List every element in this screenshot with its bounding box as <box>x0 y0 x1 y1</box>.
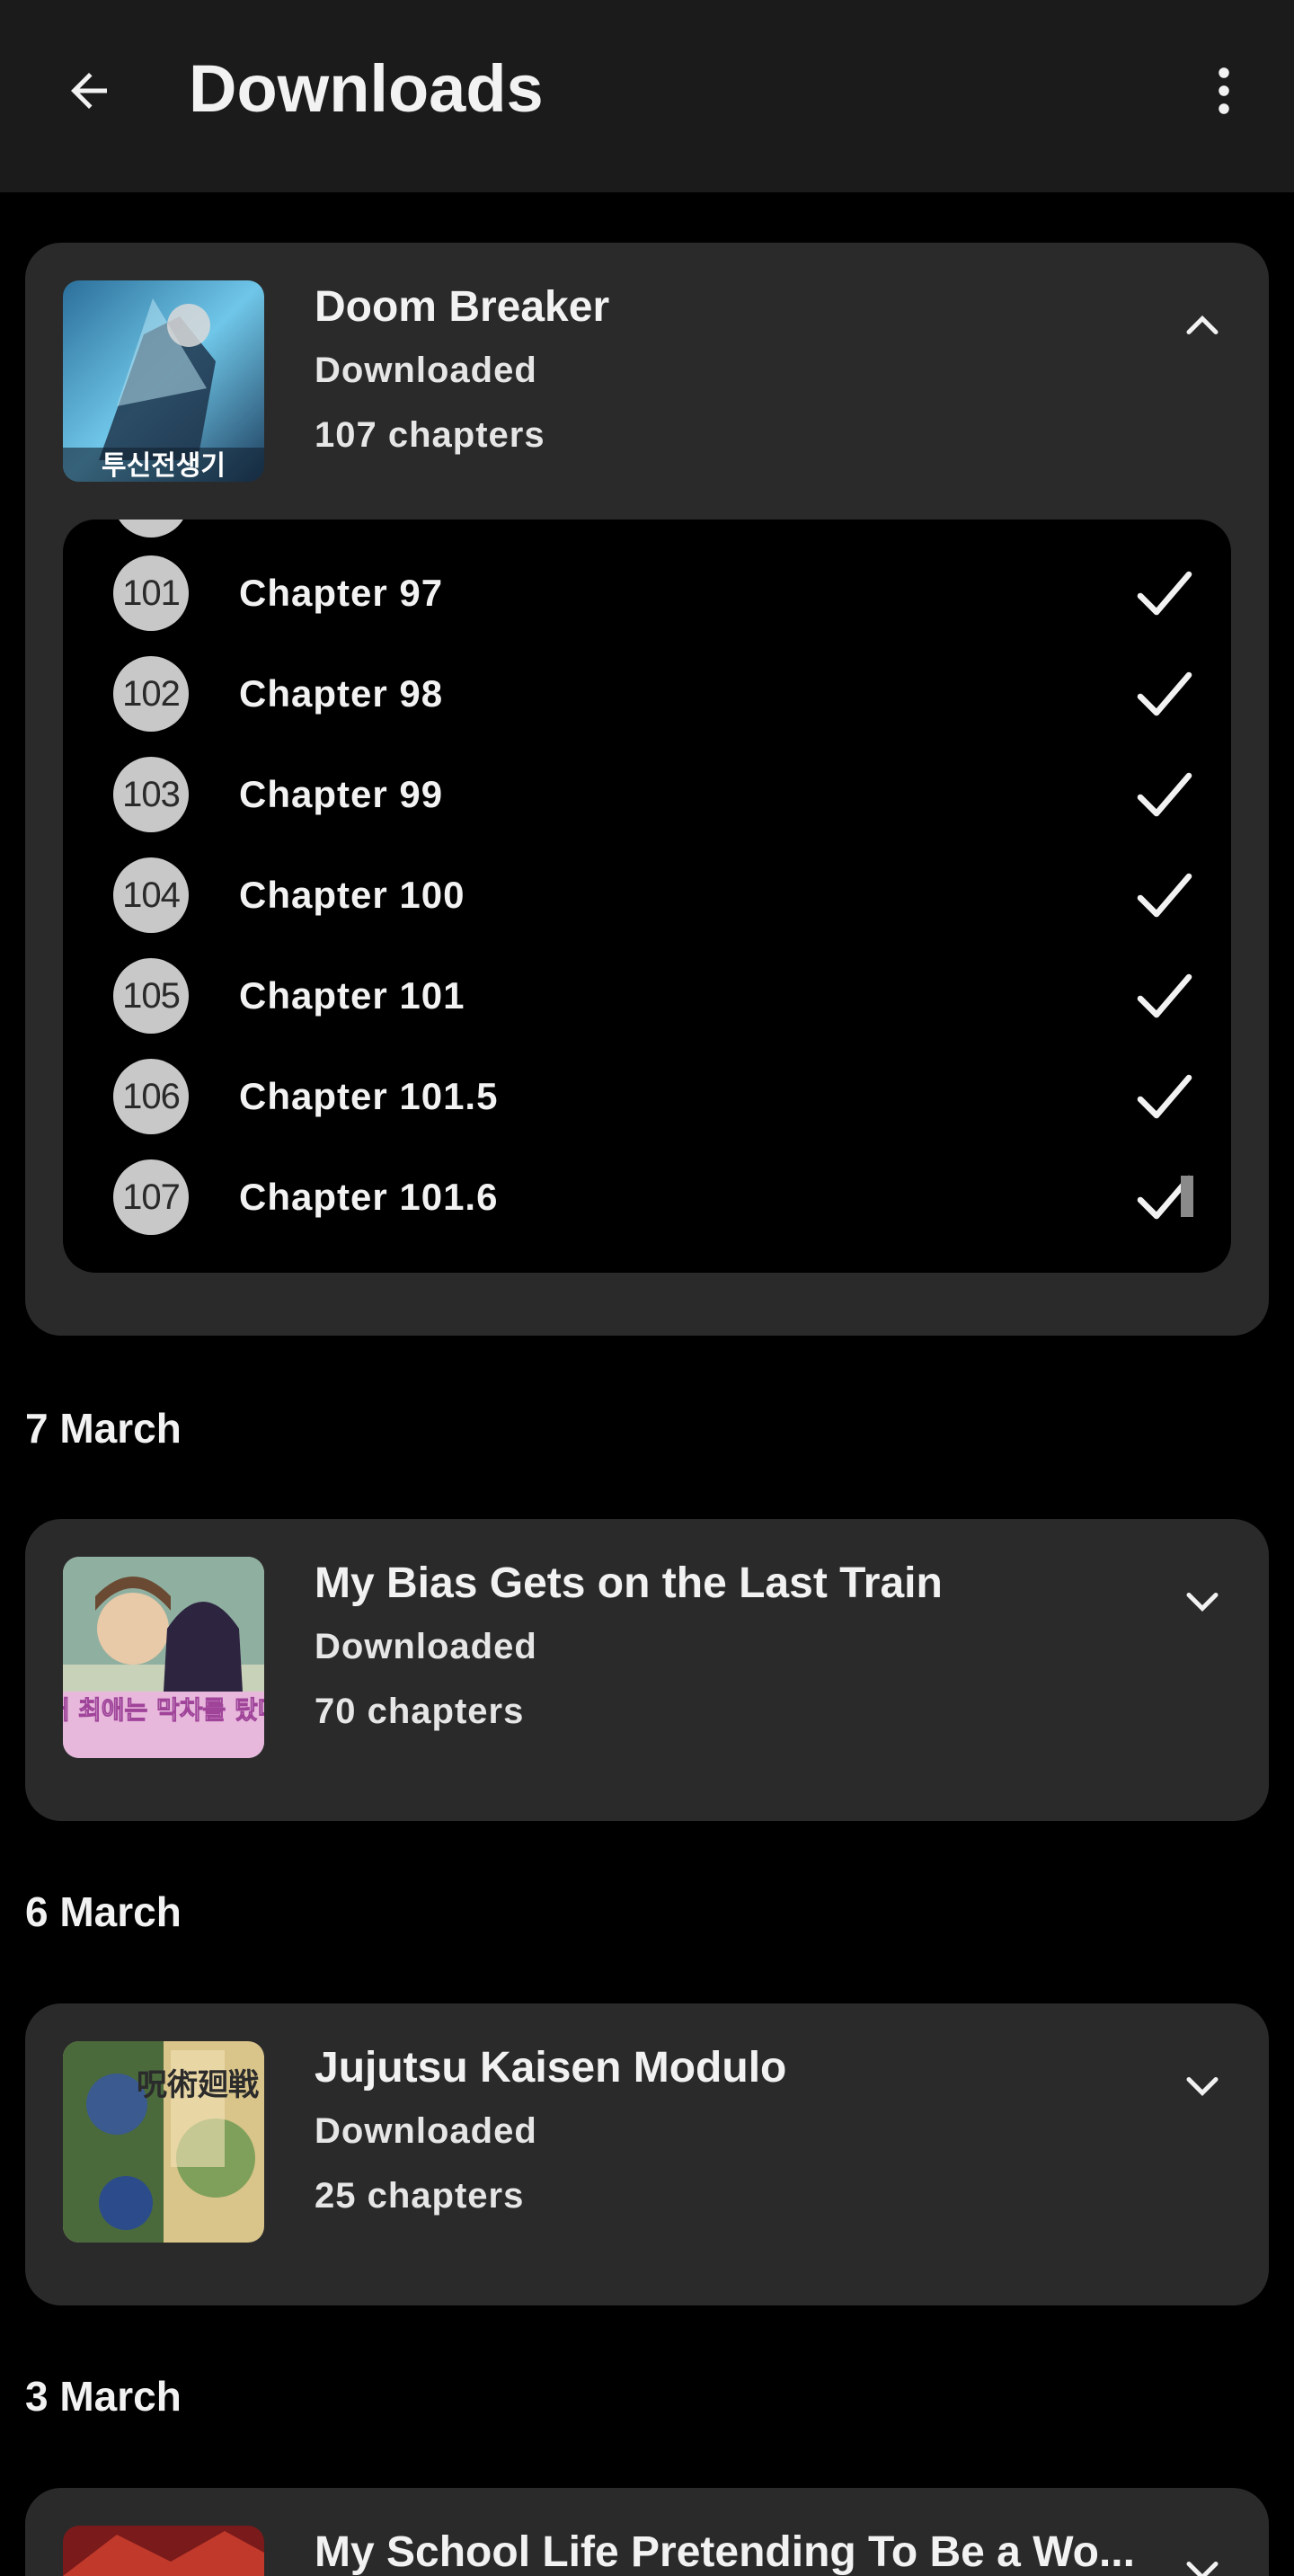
series-status: Downloaded <box>315 2111 537 2151</box>
chapter-label: Chapter 97 <box>239 572 444 614</box>
check-icon <box>1137 571 1192 616</box>
date-header: 6 March <box>25 1888 182 1935</box>
expand-button[interactable] <box>1166 2535 1238 2576</box>
series-title: Jujutsu Kaisen Modulo <box>315 2044 787 2092</box>
check-icon <box>1137 1074 1192 1119</box>
chevron-up-icon <box>1186 315 1219 334</box>
series-card[interactable]: 呪術廻戦 Jujutsu Kaisen Modulo Downloaded 25… <box>25 2003 1269 2305</box>
date-header: 7 March <box>25 1405 182 1452</box>
series-cover: 내 최애는 막차를 탔다 <box>63 1557 264 1758</box>
chapter-row[interactable]: 102 Chapter 98 <box>63 644 1231 744</box>
chapter-row[interactable]: 101 Chapter 97 <box>63 543 1231 644</box>
scrollbar-thumb[interactable] <box>1181 1176 1193 1217</box>
page-title: Downloads <box>189 51 544 126</box>
series-chapter-count: 107 chapters <box>315 415 545 455</box>
chevron-down-icon <box>1186 1593 1219 1612</box>
more-vertical-icon <box>1219 67 1229 114</box>
chapter-label: Chapter 101 <box>239 974 465 1017</box>
series-card-doom-breaker[interactable]: 투신전생기 Doom Breaker Downloaded 107 chapte… <box>25 243 1269 1336</box>
chapter-number-badge: 106 <box>113 1059 189 1134</box>
chapter-number-badge: 104 <box>113 857 189 933</box>
chapter-list[interactable]: 101 Chapter 97 102 Chapter 98 103 Chapte… <box>63 520 1231 1273</box>
arrow-left-icon <box>71 73 107 109</box>
svg-text:내 최애는 막차를 탔다: 내 최애는 막차를 탔다 <box>63 1695 264 1725</box>
chapter-row[interactable]: 103 Chapter 99 <box>63 744 1231 845</box>
svg-text:투신전생기: 투신전생기 <box>102 450 226 482</box>
series-card[interactable]: My School Life Pretending To Be a Wo... <box>25 2488 1269 2576</box>
chapter-label: Chapter 99 <box>239 773 444 815</box>
chapter-row[interactable]: 104 Chapter 100 <box>63 845 1231 946</box>
back-button[interactable] <box>52 54 126 128</box>
expand-button[interactable] <box>1166 1566 1238 1638</box>
chapter-number-badge-partial <box>113 520 189 537</box>
chevron-down-icon <box>1186 2077 1219 2097</box>
svg-text:呪術廻戦: 呪術廻戦 <box>137 2067 259 2103</box>
date-header: 3 March <box>25 2373 182 2420</box>
series-title: Doom Breaker <box>315 283 610 331</box>
series-cover: 呪術廻戦 <box>63 2041 264 2243</box>
check-icon <box>1137 873 1192 918</box>
series-chapter-count: 70 chapters <box>315 1692 525 1731</box>
check-icon <box>1137 772 1192 817</box>
more-options-button[interactable] <box>1192 54 1256 128</box>
chapter-row[interactable]: 106 Chapter 101.5 <box>63 1046 1231 1147</box>
chapter-row[interactable]: 105 Chapter 101 <box>63 946 1231 1046</box>
chevron-down-icon <box>1186 2562 1219 2576</box>
series-status: Downloaded <box>315 1627 537 1666</box>
series-chapter-count: 25 chapters <box>315 2176 525 2216</box>
expand-button[interactable] <box>1166 2050 1238 2122</box>
check-icon <box>1137 671 1192 716</box>
chapter-label: Chapter 101.5 <box>239 1075 499 1117</box>
chapter-number-badge: 105 <box>113 958 189 1034</box>
app-bar: Downloads <box>0 0 1294 192</box>
chapter-label: Chapter 101.6 <box>239 1176 499 1218</box>
chapter-number-badge: 101 <box>113 555 189 631</box>
series-title: My School Life Pretending To Be a Wo... <box>315 2528 1135 2576</box>
collapse-button[interactable] <box>1166 289 1238 361</box>
chapter-number-badge: 103 <box>113 757 189 832</box>
series-cover <box>63 2526 264 2576</box>
series-title: My Bias Gets on the Last Train <box>315 1559 943 1607</box>
chapter-number-badge: 102 <box>113 656 189 732</box>
check-icon <box>1137 973 1192 1018</box>
chapter-number-badge: 107 <box>113 1159 189 1235</box>
series-cover: 투신전생기 <box>63 280 264 482</box>
chapter-label: Chapter 98 <box>239 672 444 715</box>
chapter-row[interactable]: 107 Chapter 101.6 <box>63 1147 1231 1248</box>
chapter-label: Chapter 100 <box>239 874 465 916</box>
series-status: Downloaded <box>315 351 537 390</box>
series-card[interactable]: 내 최애는 막차를 탔다 My Bias Gets on the Last Tr… <box>25 1519 1269 1821</box>
